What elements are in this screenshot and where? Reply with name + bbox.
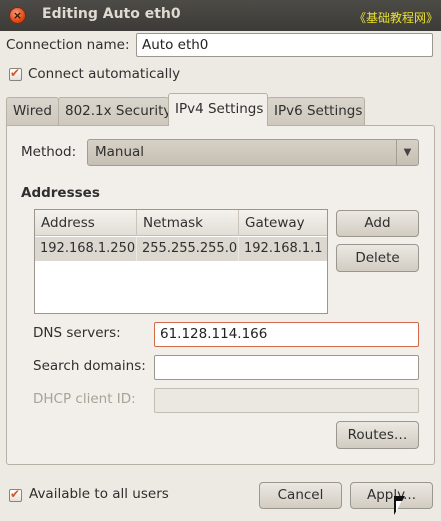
- method-select[interactable]: Manual ▼: [87, 139, 419, 166]
- connect-automatically-label: Connect automatically: [28, 66, 181, 82]
- gateway-cell[interactable]: 192.168.1.1: [239, 237, 327, 261]
- dropdown-arrow-icon[interactable]: ▼: [396, 140, 418, 165]
- search-domains-label: Search domains:: [33, 358, 146, 374]
- connect-automatically-checkbox[interactable]: [9, 66, 22, 81]
- dhcp-client-id-label: DHCP client ID:: [33, 391, 136, 407]
- dns-servers-label: DNS servers:: [33, 325, 121, 341]
- address-cell[interactable]: 192.168.1.250: [35, 237, 137, 261]
- method-value: Manual: [95, 144, 145, 160]
- add-address-button[interactable]: Add: [336, 210, 419, 237]
- method-label: Method:: [21, 144, 77, 160]
- delete-address-button[interactable]: Delete: [336, 244, 419, 272]
- apply-button[interactable]: Apply...: [350, 482, 433, 509]
- close-icon[interactable]: ×: [9, 7, 26, 24]
- connection-name-input[interactable]: Auto eth0: [136, 33, 433, 57]
- tab-ipv4-settings[interactable]: IPv4 Settings: [168, 93, 268, 126]
- title-bar: × Editing Auto eth0 《基础教程网》: [0, 0, 441, 31]
- table-row[interactable]: 192.168.1.250 255.255.255.0 192.168.1.1: [35, 237, 327, 261]
- mouse-cursor-fill: [396, 501, 402, 512]
- column-header-netmask[interactable]: Netmask: [137, 210, 239, 236]
- window-title: Editing Auto eth0: [42, 6, 181, 22]
- netmask-cell[interactable]: 255.255.255.0: [137, 237, 239, 261]
- search-domains-input[interactable]: [154, 355, 419, 380]
- dhcp-client-id-input: [154, 388, 419, 413]
- addresses-heading: Addresses: [21, 185, 100, 201]
- tab-wired[interactable]: Wired: [6, 97, 59, 125]
- dns-servers-input[interactable]: 61.128.114.166: [154, 322, 419, 347]
- column-header-address[interactable]: Address: [35, 210, 137, 236]
- available-to-all-users-checkbox[interactable]: [9, 487, 22, 502]
- watermark: 《基础教程网》: [354, 11, 439, 25]
- connection-name-label: Connection name:: [6, 37, 130, 53]
- cancel-button[interactable]: Cancel: [259, 482, 342, 509]
- available-to-all-users-label: Available to all users: [29, 486, 169, 502]
- tab-ipv6-settings[interactable]: IPv6 Settings: [267, 97, 365, 125]
- table-header: Address Netmask Gateway: [35, 210, 327, 236]
- column-header-gateway[interactable]: Gateway: [239, 210, 327, 236]
- addresses-table: Address Netmask Gateway 192.168.1.250 25…: [34, 209, 328, 314]
- tab-8021x-security[interactable]: 802.1x Security: [58, 97, 171, 125]
- routes-button[interactable]: Routes…: [336, 421, 419, 449]
